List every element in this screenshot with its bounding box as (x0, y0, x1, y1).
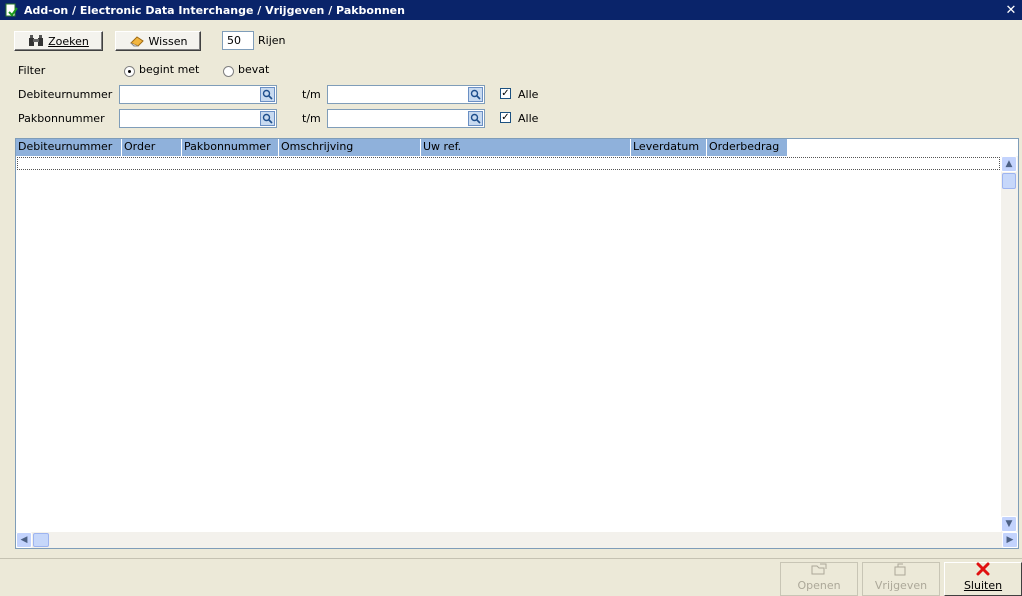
release-button[interactable]: Vrijgeven (862, 562, 940, 596)
column-header-delivery-date[interactable]: Leverdatum (631, 139, 707, 156)
column-header-description[interactable]: Omschrijving (279, 139, 421, 156)
column-header-order[interactable]: Order (122, 139, 182, 156)
vertical-scroll-thumb[interactable] (1002, 173, 1016, 189)
eraser-icon (129, 35, 145, 47)
packslip-to-label: t/m (302, 112, 321, 125)
debtor-label: Debiteurnummer (18, 88, 113, 101)
lookup-icon[interactable] (468, 111, 483, 126)
open-icon (810, 562, 828, 579)
clear-button-label: Wissen (148, 34, 188, 48)
scroll-left-icon[interactable]: ◀ (16, 532, 32, 548)
packslip-all-checkbox[interactable]: ✓ (500, 112, 511, 123)
horizontal-scrollbar[interactable]: ◀ ▶ (16, 532, 1018, 548)
column-header-your-ref[interactable]: Uw ref. (421, 139, 631, 156)
column-header-order-amount[interactable]: Orderbedrag (707, 139, 788, 156)
radio-contains-label: bevat (238, 63, 270, 76)
scroll-down-icon[interactable]: ▼ (1001, 516, 1017, 532)
column-header-packslip[interactable]: Pakbonnummer (182, 139, 279, 156)
binoculars-icon (28, 35, 44, 47)
packslip-label: Pakbonnummer (18, 112, 105, 125)
radio-starts-with[interactable] (124, 66, 135, 77)
rows-label: Rijen (258, 34, 286, 47)
debtor-all-checkbox[interactable]: ✓ (500, 88, 511, 99)
debtor-all-label: Alle (518, 88, 539, 101)
results-grid[interactable]: Debiteurnummer Order Pakbonnummer Omschr… (15, 138, 1019, 549)
radio-starts-with-label: begint met (139, 63, 200, 76)
close-button-label: Sluiten (963, 579, 1003, 592)
focus-row[interactable] (17, 157, 1000, 170)
column-header-debtor[interactable]: Debiteurnummer (16, 139, 122, 156)
lookup-icon[interactable] (260, 111, 275, 126)
app-icon (5, 3, 18, 17)
lookup-icon[interactable] (468, 87, 483, 102)
window-title: Add-on / Electronic Data Interchange / V… (24, 3, 405, 17)
clear-button[interactable]: Wissen (115, 31, 201, 51)
open-button-label: Openen (797, 579, 841, 592)
release-button-label: Vrijgeven (874, 579, 928, 592)
search-button-label: Zoeken (48, 34, 89, 48)
scroll-right-icon[interactable]: ▶ (1002, 532, 1018, 548)
debtor-from-input[interactable] (119, 85, 277, 104)
debtor-to-label: t/m (302, 88, 321, 101)
close-button[interactable]: Sluiten (944, 562, 1022, 596)
close-red-x-icon (975, 562, 991, 579)
grid-header: Debiteurnummer Order Pakbonnummer Omschr… (16, 139, 1018, 156)
horizontal-scroll-thumb[interactable] (33, 533, 49, 547)
close-window-icon[interactable]: ✕ (1002, 1, 1020, 19)
scroll-up-icon[interactable]: ▲ (1001, 156, 1017, 172)
lookup-icon[interactable] (260, 87, 275, 102)
filter-label: Filter (18, 64, 46, 77)
vertical-scrollbar[interactable]: ▲ ▼ (1001, 156, 1018, 532)
packslip-from-input[interactable] (119, 109, 277, 128)
search-button[interactable]: Zoeken (14, 31, 103, 51)
debtor-to-input[interactable] (327, 85, 485, 104)
open-button[interactable]: Openen (780, 562, 858, 596)
packslip-to-input[interactable] (327, 109, 485, 128)
release-icon (892, 562, 910, 579)
title-bar: Add-on / Electronic Data Interchange / V… (0, 0, 1022, 20)
packslip-all-label: Alle (518, 112, 539, 125)
radio-contains[interactable] (223, 66, 234, 77)
rows-input[interactable]: 50 (222, 31, 254, 50)
